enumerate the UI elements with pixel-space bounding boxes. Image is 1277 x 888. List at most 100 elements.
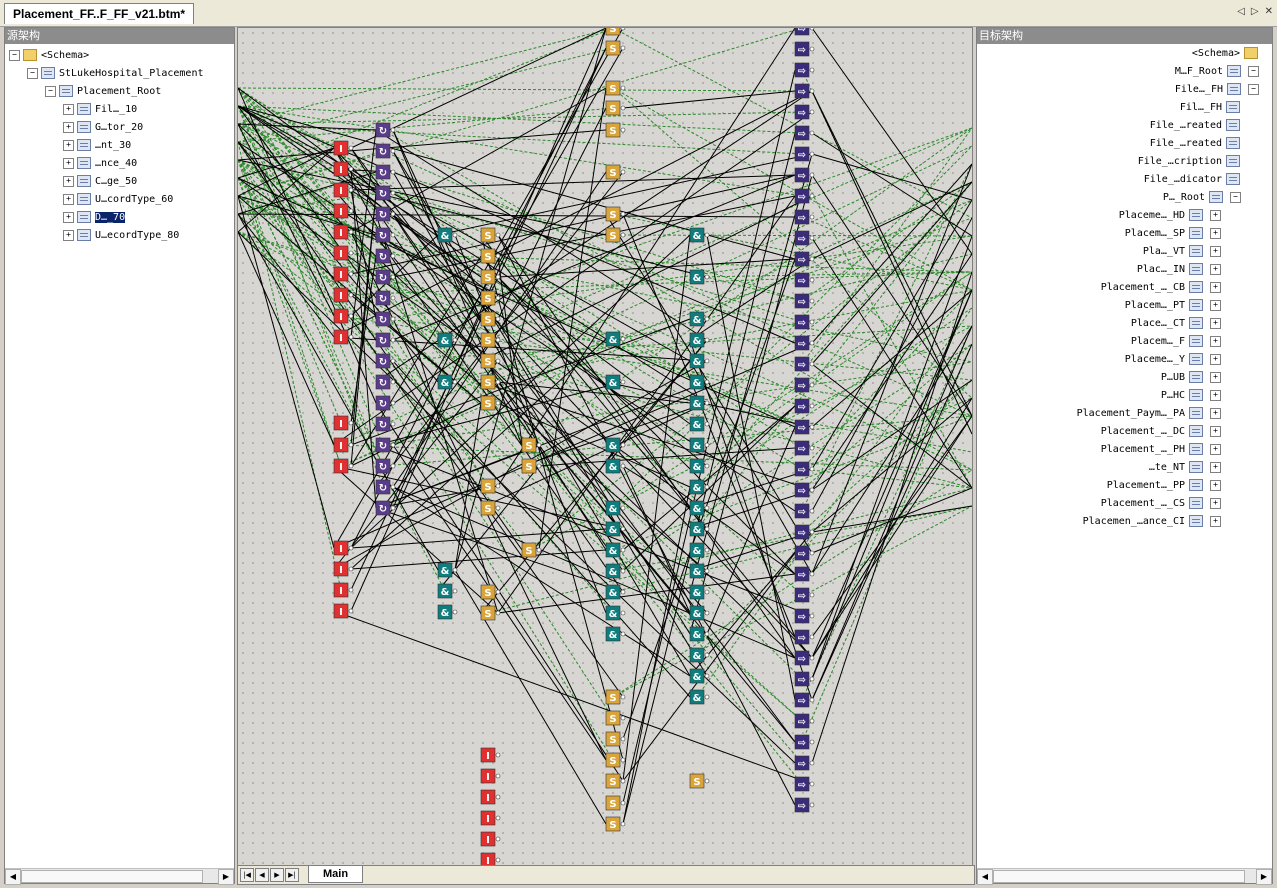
- target-tree-item[interactable]: Placement_…_CS +: [1101, 496, 1224, 512]
- record-functoid[interactable]: ⇨: [794, 440, 815, 456]
- string-functoid[interactable]: S: [605, 710, 626, 726]
- record-functoid[interactable]: ⇨: [794, 671, 815, 687]
- string-functoid[interactable]: S: [480, 605, 501, 621]
- dashed-link[interactable]: [801, 181, 972, 302]
- expand-icon[interactable]: +: [1210, 317, 1221, 329]
- target-tree-item[interactable]: Place…_CT +: [1131, 316, 1224, 332]
- source-tree-item[interactable]: − StLukeHospital_Placement: [27, 66, 204, 82]
- target-tree-item[interactable]: File…_FH −: [1175, 82, 1262, 98]
- scroll-thumb[interactable]: [21, 870, 203, 883]
- loop-functoid[interactable]: ↻: [375, 185, 396, 201]
- red-functoid[interactable]: I: [480, 789, 501, 805]
- logical-functoid[interactable]: &: [689, 647, 710, 663]
- red-functoid[interactable]: I: [333, 437, 354, 453]
- red-functoid[interactable]: I: [480, 768, 501, 784]
- expand-icon[interactable]: +: [1210, 443, 1221, 455]
- target-tree-item[interactable]: <Schema>: [1192, 46, 1262, 62]
- record-functoid[interactable]: ⇨: [794, 28, 815, 36]
- target-tree-item[interactable]: Placement…_PP +: [1107, 478, 1224, 494]
- link-line[interactable]: [238, 231, 335, 446]
- string-functoid[interactable]: S: [605, 164, 626, 180]
- logical-functoid[interactable]: &: [689, 395, 710, 411]
- scroll-left-icon[interactable]: ◀: [977, 869, 993, 885]
- source-tree-item[interactable]: + …nce_40: [63, 156, 137, 172]
- target-tree-item[interactable]: Placement_Paym…_PA +: [1077, 406, 1224, 422]
- dashed-link[interactable]: [238, 105, 384, 488]
- target-tree-item[interactable]: Placem…_PT +: [1125, 298, 1224, 314]
- red-functoid[interactable]: I: [333, 458, 354, 474]
- loop-functoid[interactable]: ↻: [375, 479, 396, 495]
- logical-functoid[interactable]: &: [605, 437, 626, 453]
- target-tree-item[interactable]: Placem…_SP +: [1125, 226, 1224, 242]
- link-line[interactable]: [333, 90, 813, 338]
- link-line[interactable]: [350, 549, 607, 570]
- collapse-icon[interactable]: −: [1248, 83, 1259, 95]
- record-functoid[interactable]: ⇨: [794, 566, 815, 582]
- target-tree-item[interactable]: Plac…_IN +: [1137, 262, 1224, 278]
- source-tree-item[interactable]: + G…tor_20: [63, 120, 143, 136]
- target-tree-item[interactable]: Placeme…_Y +: [1125, 352, 1224, 368]
- string-functoid[interactable]: S: [521, 458, 542, 474]
- logical-functoid[interactable]: &: [689, 332, 710, 348]
- string-functoid[interactable]: S: [480, 500, 501, 516]
- expand-icon[interactable]: +: [1210, 263, 1221, 275]
- record-functoid[interactable]: ⇨: [794, 188, 815, 204]
- logical-functoid[interactable]: &: [689, 458, 710, 474]
- string-functoid[interactable]: S: [689, 773, 710, 789]
- link-line[interactable]: [689, 153, 813, 593]
- link-line[interactable]: [811, 90, 972, 417]
- red-functoid[interactable]: I: [480, 810, 501, 826]
- link-line[interactable]: [811, 289, 972, 680]
- string-functoid[interactable]: S: [605, 100, 626, 116]
- source-tree-item[interactable]: + …nt_30: [63, 138, 131, 154]
- scroll-thumb[interactable]: [993, 870, 1245, 883]
- link-line[interactable]: [811, 487, 972, 554]
- dashed-link[interactable]: [238, 111, 803, 125]
- scroll-right-icon[interactable]: ▶: [1256, 869, 1272, 885]
- red-functoid[interactable]: I: [333, 603, 354, 619]
- loop-functoid[interactable]: ↻: [375, 164, 396, 180]
- loop-functoid[interactable]: ↻: [375, 395, 396, 411]
- dashed-link[interactable]: [612, 505, 972, 593]
- source-tree-item[interactable]: − Placement_Root: [45, 84, 161, 100]
- logical-functoid[interactable]: &: [605, 500, 626, 516]
- record-functoid[interactable]: ⇨: [794, 545, 815, 561]
- record-functoid[interactable]: ⇨: [794, 419, 815, 435]
- expand-icon[interactable]: +: [1210, 227, 1221, 239]
- string-functoid[interactable]: S: [480, 332, 501, 348]
- dashed-link[interactable]: [487, 127, 972, 341]
- link-line[interactable]: [811, 289, 972, 428]
- dashed-link[interactable]: [801, 343, 972, 743]
- logical-functoid[interactable]: &: [437, 583, 458, 599]
- record-functoid[interactable]: ⇨: [794, 776, 815, 792]
- string-functoid[interactable]: S: [605, 816, 626, 832]
- loop-functoid[interactable]: ↻: [375, 248, 396, 264]
- string-functoid[interactable]: S: [605, 122, 626, 138]
- next-page-icon[interactable]: ▶: [270, 868, 284, 882]
- string-functoid[interactable]: S: [480, 227, 501, 243]
- link-line[interactable]: [497, 234, 796, 806]
- dashed-link[interactable]: [238, 123, 803, 155]
- loop-functoid[interactable]: ↻: [375, 332, 396, 348]
- target-tree-item[interactable]: Placement_…_DC +: [1101, 424, 1224, 440]
- record-functoid[interactable]: ⇨: [794, 713, 815, 729]
- expand-icon[interactable]: +: [1210, 371, 1221, 383]
- scroll-left-icon[interactable]: ◀: [5, 869, 21, 885]
- dashed-link[interactable]: [612, 469, 972, 698]
- logical-functoid[interactable]: &: [605, 626, 626, 642]
- expand-icon[interactable]: +: [63, 229, 74, 241]
- loop-functoid[interactable]: ↻: [375, 458, 396, 474]
- source-hscroll[interactable]: ◀ ▶: [5, 868, 234, 885]
- red-functoid[interactable]: I: [333, 266, 354, 282]
- link-line[interactable]: [238, 105, 377, 194]
- collapse-icon[interactable]: −: [27, 67, 38, 79]
- link-line[interactable]: [622, 486, 691, 825]
- target-tree-item[interactable]: Fil…_FH: [1180, 100, 1244, 116]
- record-functoid[interactable]: ⇨: [794, 482, 815, 498]
- scroll-right-icon[interactable]: ▶: [218, 869, 234, 885]
- expand-icon[interactable]: +: [1210, 281, 1221, 293]
- target-tree-item[interactable]: File_…dicator: [1144, 172, 1244, 188]
- document-tab[interactable]: Placement_FF..F_FF_v21.btm*: [4, 3, 195, 24]
- expand-icon[interactable]: +: [63, 157, 74, 169]
- collapse-icon[interactable]: −: [45, 85, 56, 97]
